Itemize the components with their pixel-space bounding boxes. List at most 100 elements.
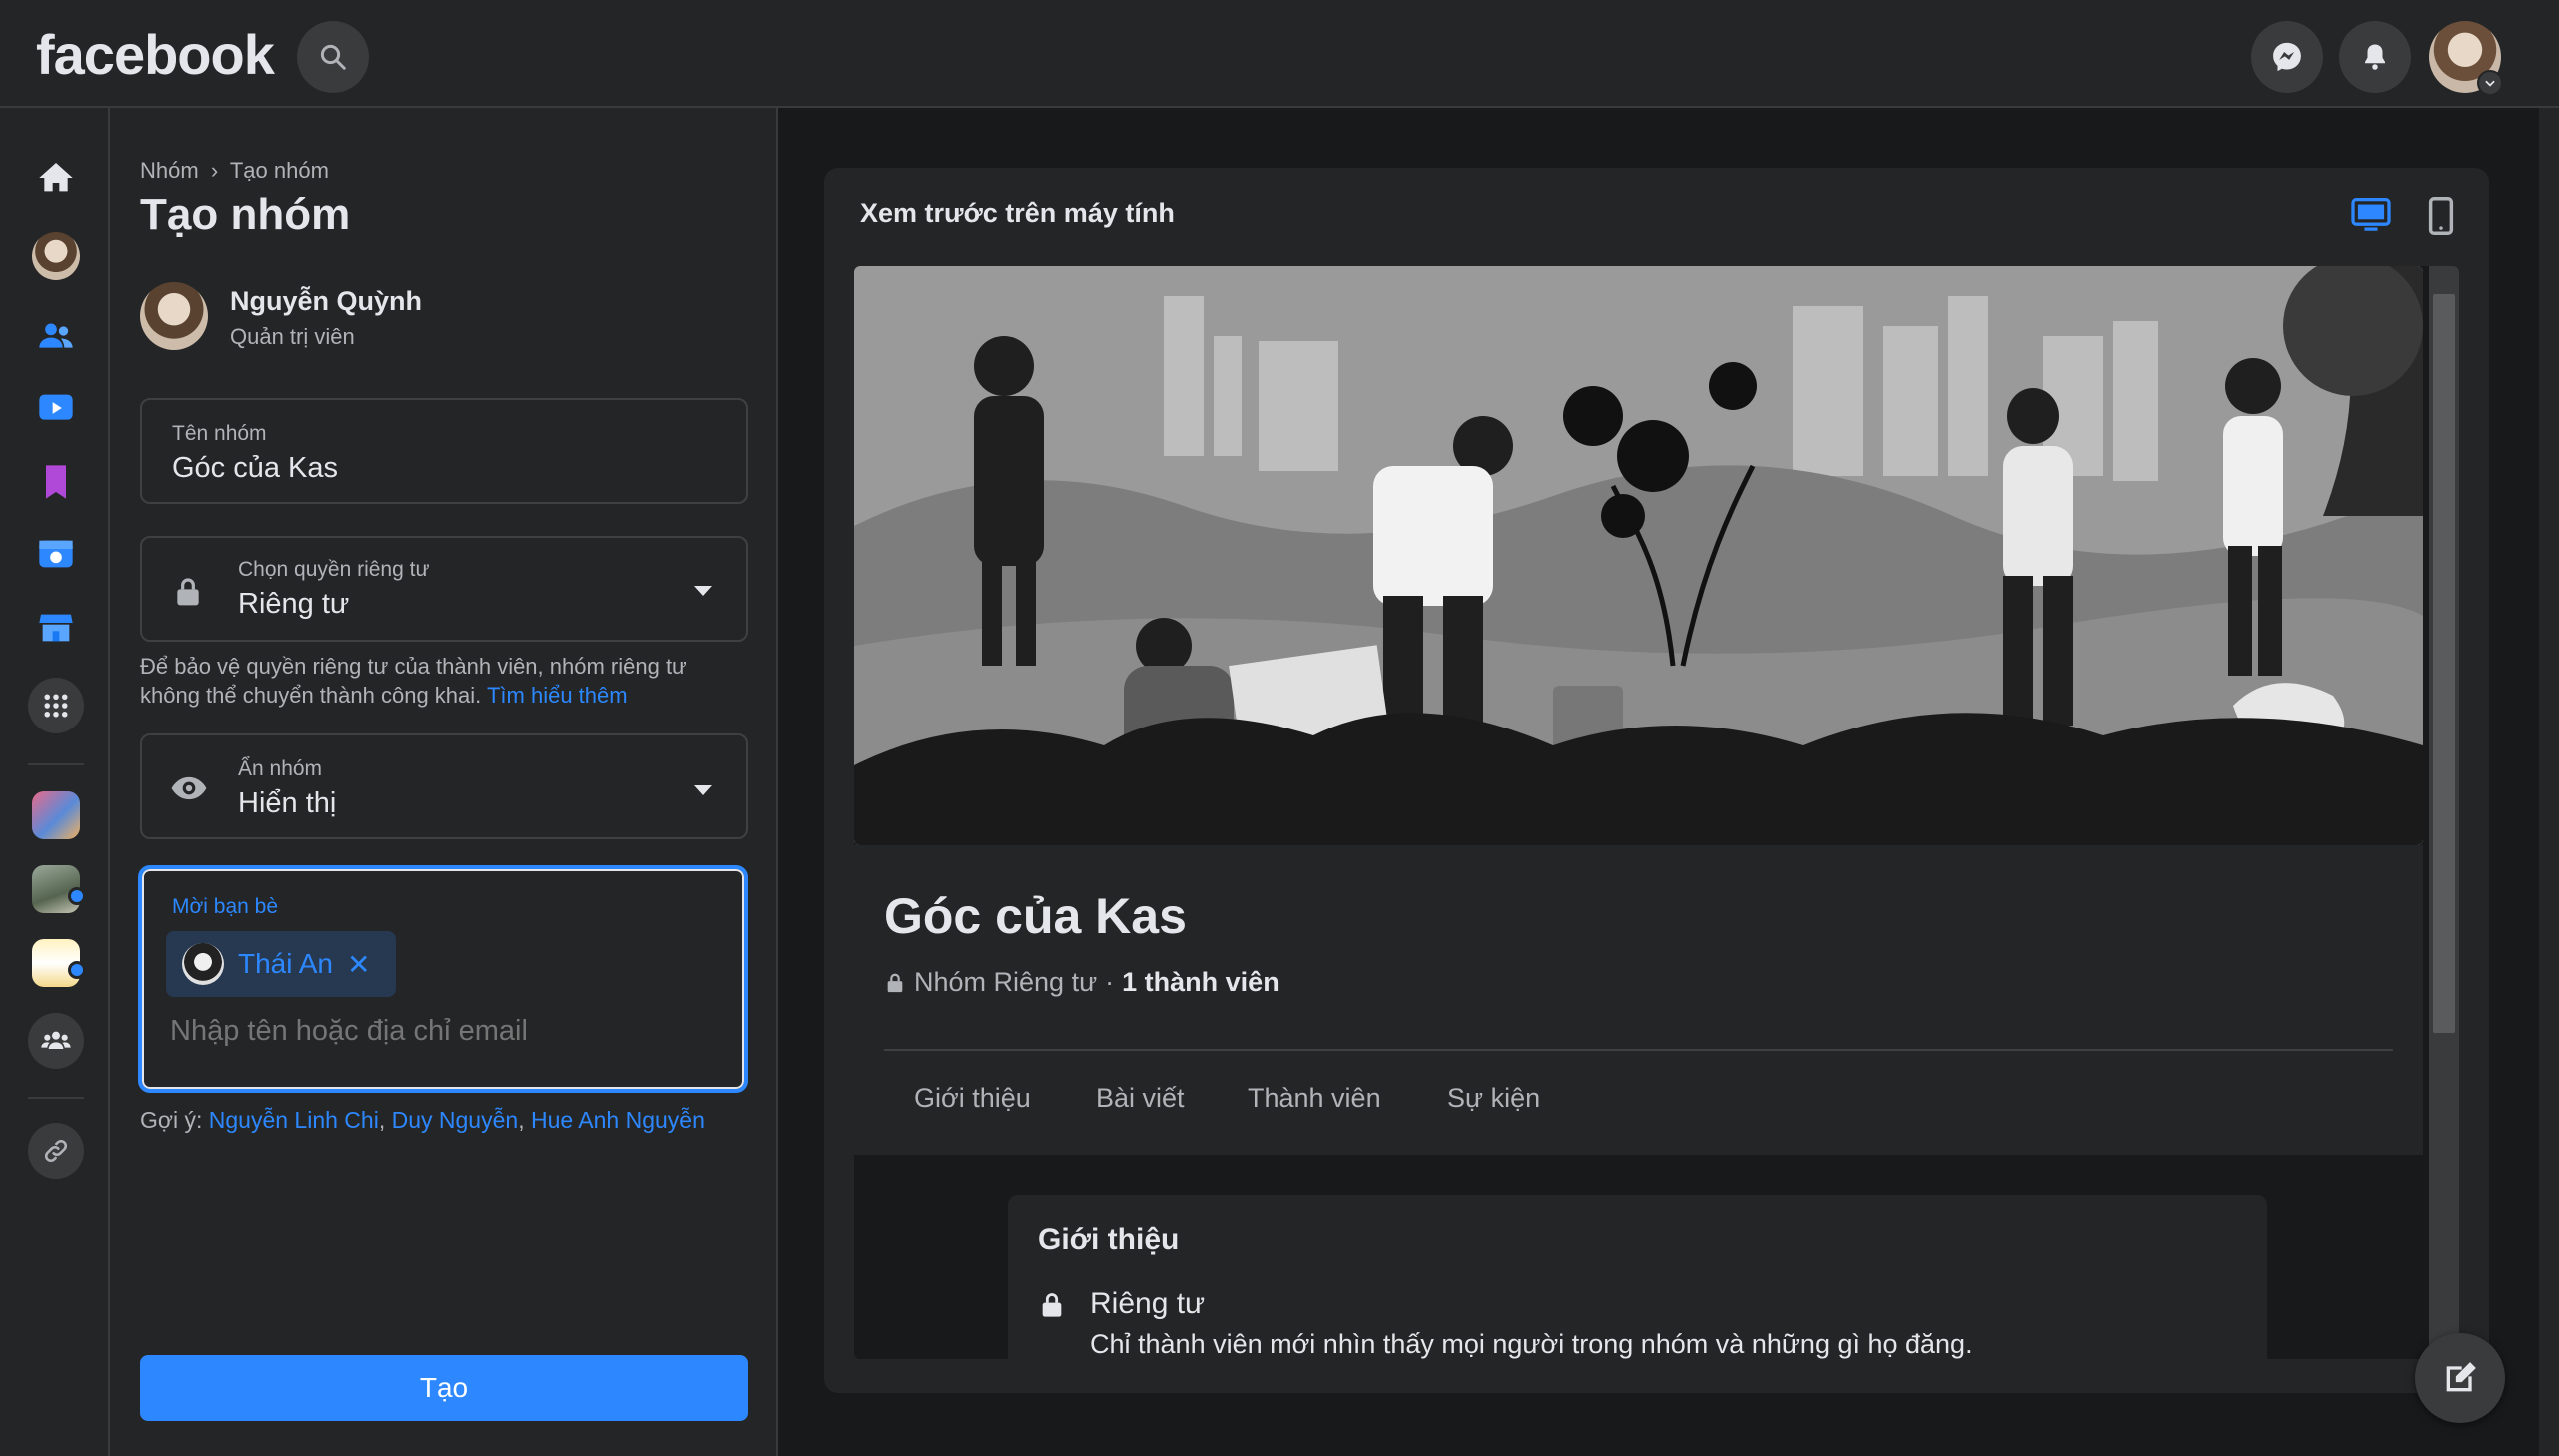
chevron-down-icon [2485, 80, 2495, 87]
eye-icon [171, 776, 207, 800]
menu-grid-icon [44, 694, 68, 718]
left-navigation-rail [0, 108, 110, 1456]
group-name-field[interactable]: Tên nhóm Góc của Kas [140, 398, 748, 504]
admin-name: Nguyễn Quỳnh [230, 286, 423, 316]
group-name-value[interactable]: Góc của Kas [172, 452, 338, 485]
facebook-logo[interactable]: facebook [36, 22, 275, 87]
create-group-panel: Nhóm › Tạo nhóm Tạo nhóm Nguyễn Quỳnh Qu… [110, 108, 778, 1456]
profile-shortcut[interactable] [28, 228, 84, 284]
learn-more-link[interactable]: Tìm hiểu thêm [487, 683, 628, 708]
community-garden-illustration [854, 266, 2423, 845]
page-title: Tạo nhóm [140, 190, 351, 239]
memories-icon [39, 540, 73, 568]
desktop-preview-button[interactable] [2349, 194, 2393, 238]
invite-friends-field[interactable]: Mời bạn bè Thái An ✕ [138, 865, 748, 1093]
page-scrollbar[interactable] [2539, 108, 2559, 1456]
invite-label: Mời bạn bè [172, 895, 278, 918]
invited-friend-name: Thái An [238, 948, 333, 979]
breadcrumb: Nhóm › Tạo nhóm [140, 158, 329, 184]
link-button[interactable] [28, 1123, 84, 1179]
bell-icon [2365, 44, 2385, 70]
about-title: Giới thiệu [1038, 1223, 1180, 1256]
friends-button[interactable] [28, 308, 84, 364]
marketplace-icon [39, 614, 73, 642]
home-button[interactable] [28, 150, 84, 206]
top-bar: facebook [0, 0, 2559, 108]
group-shortcut-1[interactable] [28, 787, 84, 843]
messenger-icon [2273, 42, 2301, 72]
suggestion-link[interactable]: Duy Nguyễn [392, 1107, 519, 1133]
mobile-preview-button[interactable] [2419, 194, 2463, 238]
messenger-button[interactable] [2251, 21, 2323, 93]
invite-input[interactable] [170, 1015, 710, 1048]
search-icon [320, 44, 346, 70]
tab-about[interactable]: Giới thiệu [914, 1083, 1031, 1114]
saved-button[interactable] [28, 454, 84, 510]
lock-icon [177, 578, 199, 606]
admin-avatar [140, 282, 208, 350]
visibility-value: Hiển thị [238, 787, 337, 819]
friend-suggestions: Gợi ý: Nguyễn Linh Chi, Duy Nguyễn, Hue … [140, 1107, 705, 1133]
visibility-select[interactable]: Ẩn nhóm Hiển thị [140, 733, 748, 839]
group-meta: Nhóm Riêng tư · 1 thành viên [884, 967, 1280, 998]
suggestion-link[interactable]: Nguyễn Linh Chi [209, 1107, 379, 1133]
search-button[interactable] [297, 21, 369, 93]
friend-avatar [182, 943, 224, 985]
divider [884, 1049, 2393, 1051]
tab-posts[interactable]: Bài viết [1096, 1083, 1185, 1114]
suggestions-prefix: Gợi ý: [140, 1107, 203, 1133]
preview-scroll-thumb[interactable] [2433, 294, 2455, 1033]
privacy-label: Chọn quyền riêng tư [238, 558, 430, 581]
about-privacy-title: Riêng tư [1090, 1287, 1206, 1320]
privacy-help-text: Để bảo vệ quyền riêng tư của thành viên,… [140, 652, 750, 710]
tab-events[interactable]: Sự kiện [1447, 1083, 1540, 1114]
notifications-button[interactable] [2339, 21, 2411, 93]
breadcrumb-groups-link[interactable]: Nhóm [140, 158, 199, 183]
saved-icon [46, 465, 66, 499]
group-name-heading: Góc của Kas [884, 888, 1187, 944]
close-icon[interactable]: ✕ [347, 948, 370, 981]
watch-icon [39, 394, 73, 420]
invited-friend-chip: Thái An ✕ [166, 931, 396, 997]
group-info-card: Góc của Kas Nhóm Riêng tư · 1 thành viên… [854, 845, 2423, 1155]
create-button[interactable]: Tạo [140, 1355, 748, 1421]
marketplace-button[interactable] [28, 600, 84, 656]
visibility-label: Ẩn nhóm [238, 757, 323, 780]
link-icon [44, 1139, 68, 1163]
groups-icon [41, 1031, 71, 1049]
cover-illustration [854, 266, 2423, 845]
desktop-icon [2351, 198, 2391, 231]
suggestion-link[interactable]: Hue Anh Nguyễn [531, 1107, 705, 1133]
memories-button[interactable] [28, 526, 84, 582]
profile-avatar [32, 232, 80, 280]
privacy-select[interactable]: Chọn quyền riêng tư Riêng tư [140, 536, 748, 642]
groups-button[interactable] [28, 1013, 84, 1069]
desktop-preview-card: Xem trước trên máy tính Góc của Kas Nhóm… [824, 168, 2489, 1393]
breadcrumb-current: Tạo nhóm [229, 158, 329, 183]
preview-title: Xem trước trên máy tính [860, 198, 1175, 228]
preview-scrollbar[interactable] [2429, 266, 2459, 1359]
unread-dot [68, 887, 86, 905]
breadcrumb-separator: › [210, 158, 219, 183]
about-privacy-description: Chỉ thành viên mới nhìn thấy mọi người t… [1090, 1329, 1973, 1359]
preview-viewport: Góc của Kas Nhóm Riêng tư · 1 thành viên… [854, 266, 2459, 1359]
home-icon [39, 163, 73, 192]
account-menu-badge[interactable] [2477, 70, 2503, 96]
mobile-icon [2428, 197, 2454, 235]
admin-role: Quản trị viên [230, 324, 355, 349]
menu-button[interactable] [28, 678, 84, 733]
watch-button[interactable] [28, 380, 84, 436]
lock-icon [887, 973, 903, 992]
group-thumbnail-icon [32, 791, 80, 839]
rail-divider [28, 1097, 84, 1099]
about-section: Giới thiệu Riêng tư Chỉ thành viên mới n… [1008, 1195, 2267, 1359]
group-name-label: Tên nhóm [172, 422, 267, 445]
dropdown-caret-icon [694, 586, 712, 596]
rail-divider [28, 763, 84, 765]
tab-members[interactable]: Thành viên [1248, 1083, 1381, 1114]
dropdown-caret-icon [694, 785, 712, 795]
friends-icon [39, 323, 73, 348]
member-count[interactable]: 1 thành viên [1122, 967, 1280, 998]
lock-icon [1042, 1293, 1062, 1317]
new-message-button[interactable] [2415, 1333, 2505, 1423]
